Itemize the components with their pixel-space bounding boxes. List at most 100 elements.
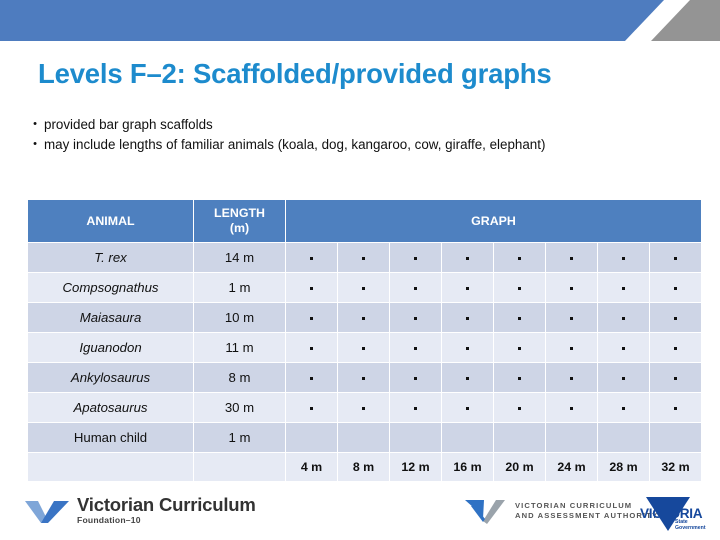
cell-graph-slot[interactable] (338, 363, 389, 392)
graph-marker-dot (466, 287, 469, 290)
cell-graph-slot[interactable] (390, 423, 441, 452)
cell-graph-slot[interactable] (338, 333, 389, 362)
cell-graph-slot[interactable] (338, 393, 389, 422)
cell-graph-slot[interactable] (338, 243, 389, 272)
table-header-row: ANIMAL LENGTH (m) GRAPH (28, 200, 701, 242)
cell-graph-slot[interactable] (650, 243, 701, 272)
graph-marker-dot (518, 257, 521, 260)
cell-animal-name: Maiasaura (28, 303, 193, 332)
cell-graph-slot[interactable] (598, 423, 649, 452)
graph-marker-dot (310, 317, 313, 320)
cell-graph-slot[interactable] (546, 333, 597, 362)
table-row: Compsognathus 1 m (28, 273, 701, 302)
cell-graph-slot[interactable] (390, 243, 441, 272)
bullet-text: may include lengths of familiar animals … (44, 136, 546, 152)
vc-subtitle: Foundation–10 (77, 515, 141, 525)
state-government-line2: Government (675, 525, 706, 531)
cell-graph-slot[interactable] (390, 363, 441, 392)
graph-marker-dot (362, 257, 365, 260)
table-body: T. rex 14 m Compsognathus 1 m Maiasaura 10 mI… (28, 243, 701, 481)
cell-graph-slot[interactable] (442, 393, 493, 422)
cell-graph-slot[interactable] (390, 393, 441, 422)
cell-graph-slot[interactable] (494, 273, 545, 302)
cell-graph-slot[interactable] (650, 303, 701, 332)
cell-graph-slot[interactable] (650, 423, 701, 452)
cell-graph-slot[interactable] (442, 303, 493, 332)
cell-animal-name: Iguanodon (28, 333, 193, 362)
cell-graph-slot[interactable] (338, 273, 389, 302)
cell-graph-slot[interactable] (598, 243, 649, 272)
graph-marker-dot (622, 407, 625, 410)
cell-graph-slot[interactable] (598, 363, 649, 392)
graph-marker-dot (674, 287, 677, 290)
cell-graph-slot[interactable] (650, 363, 701, 392)
cell-graph-slot[interactable] (390, 303, 441, 332)
cell-graph-slot[interactable] (494, 363, 545, 392)
table-row: T. rex 14 m (28, 243, 701, 272)
graph-marker-dot (466, 377, 469, 380)
table-row: Iguanodon 11 m (28, 333, 701, 362)
vcaa-logo: VICTORIAN CURRICULUM AND ASSESSMENT AUTH… (463, 497, 658, 525)
cell-graph-slot[interactable] (598, 303, 649, 332)
cell-graph-slot[interactable] (650, 333, 701, 362)
cell-graph-slot[interactable] (650, 393, 701, 422)
cell-graph-slot[interactable] (546, 273, 597, 302)
cell-graph-slot[interactable] (286, 303, 337, 332)
cell-graph-slot[interactable] (286, 243, 337, 272)
cell-graph-slot[interactable] (494, 393, 545, 422)
table-axis-row: 4 m8 m 12 m 16 m 20 m 24 m 28 m 32 m (28, 453, 701, 481)
cell-graph-slot[interactable] (442, 363, 493, 392)
cell-graph-slot[interactable] (390, 273, 441, 302)
cell-graph-slot[interactable] (286, 363, 337, 392)
axis-tick-label: 16 m (442, 453, 493, 481)
list-item: • may include lengths of familiar animal… (26, 135, 696, 155)
cell-graph-slot[interactable] (442, 243, 493, 272)
cell-graph-slot[interactable] (286, 333, 337, 362)
vcaa-wordmark: VICTORIAN CURRICULUM AND ASSESSMENT AUTH… (515, 501, 658, 522)
cell-graph-slot[interactable] (546, 423, 597, 452)
cell-graph-slot[interactable] (494, 243, 545, 272)
cell-graph-slot[interactable] (442, 333, 493, 362)
cell-graph-slot[interactable] (598, 393, 649, 422)
graph-marker-dot (570, 407, 573, 410)
cell-graph-slot[interactable] (546, 243, 597, 272)
cell-length-value: 30 m (194, 393, 285, 422)
cell-graph-slot[interactable] (598, 273, 649, 302)
graph-marker-dot (570, 317, 573, 320)
graph-marker-dot (674, 257, 677, 260)
cell-graph-slot[interactable] (286, 423, 337, 452)
graph-marker-dot (570, 257, 573, 260)
cell-graph-slot[interactable] (494, 423, 545, 452)
cell-graph-slot[interactable] (442, 273, 493, 302)
column-header-length: LENGTH (m) (194, 200, 285, 242)
graph-marker-dot (674, 317, 677, 320)
cell-graph-slot[interactable] (390, 333, 441, 362)
cell-graph-slot[interactable] (286, 393, 337, 422)
cell-graph-slot[interactable] (338, 303, 389, 332)
cell-graph-slot[interactable] (286, 273, 337, 302)
cell-animal-name: T. rex (28, 243, 193, 272)
graph-marker-dot (570, 347, 573, 350)
column-header-length-line2: (m) (229, 221, 250, 235)
cell-length-value: 10 m (194, 303, 285, 332)
bullet-text: provided bar graph scaffolds (44, 117, 213, 132)
cell-graph-slot[interactable] (598, 333, 649, 362)
graph-marker-dot (570, 287, 573, 290)
cell-animal-name: Human child (28, 423, 193, 452)
graph-marker-dot (622, 317, 625, 320)
cell-graph-slot[interactable] (494, 333, 545, 362)
graph-marker-dot (466, 347, 469, 350)
cell-graph-slot[interactable] (546, 393, 597, 422)
graph-marker-dot (570, 377, 573, 380)
graph-marker-dot (310, 377, 313, 380)
cell-graph-slot[interactable] (338, 423, 389, 452)
graph-marker-dot (466, 317, 469, 320)
cell-graph-slot[interactable] (546, 303, 597, 332)
victorian-curriculum-logo: Victorian Curriculum Foundation–10 (25, 495, 256, 526)
cell-graph-slot[interactable] (546, 363, 597, 392)
cell-graph-slot[interactable] (650, 273, 701, 302)
cell-graph-slot[interactable] (494, 303, 545, 332)
state-government-label: State Government (675, 519, 715, 531)
cell-animal-name: Apatosaurus (28, 393, 193, 422)
cell-graph-slot[interactable] (442, 423, 493, 452)
